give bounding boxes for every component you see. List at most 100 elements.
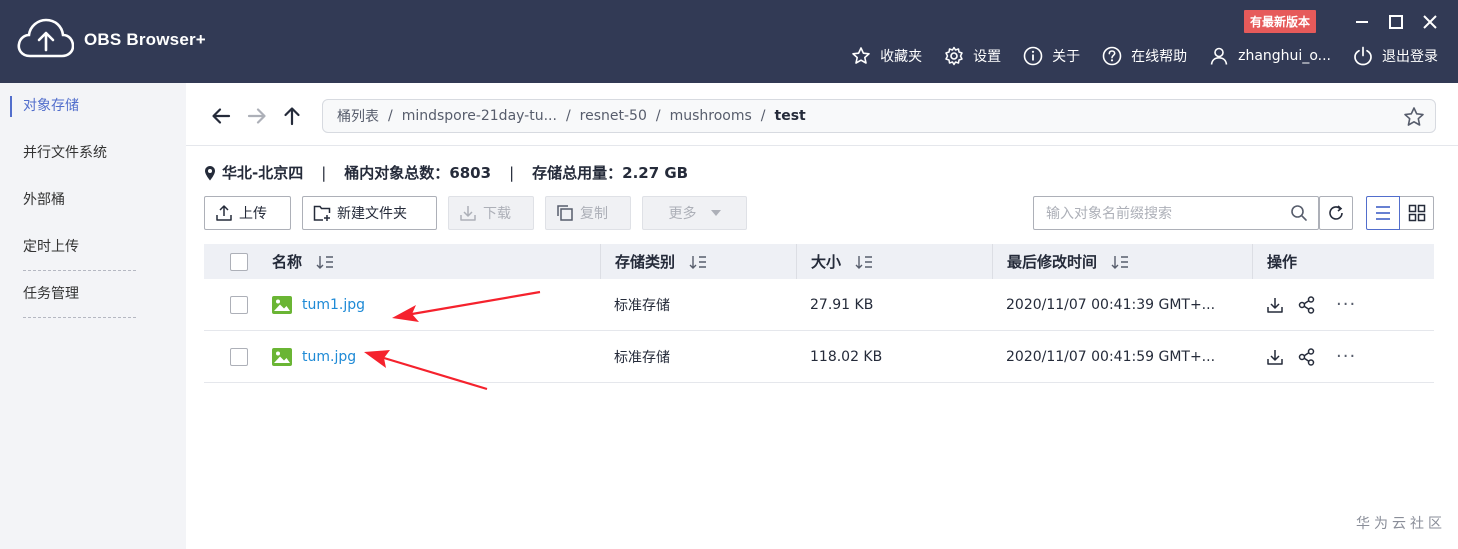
logout-button[interactable]: 退出登录 <box>1353 46 1438 66</box>
grid-view-icon <box>1408 204 1425 222</box>
favorites-label: 收藏夹 <box>880 49 923 65</box>
logout-label: 退出登录 <box>1382 49 1438 65</box>
settings-button[interactable]: 设置 <box>944 46 1001 66</box>
star-icon <box>852 47 870 64</box>
caret-down-icon <box>710 210 721 216</box>
image-file-icon <box>272 347 292 366</box>
minimize-icon[interactable] <box>1352 12 1372 32</box>
storage-class-cell: 标准存储 <box>614 349 670 366</box>
table-header: 名称 存储类别 大小 最后修改时间 操作 <box>204 244 1434 279</box>
column-name[interactable]: 名称 <box>272 251 600 272</box>
refresh-icon <box>1329 205 1343 220</box>
bucket-info: 华北-北京四 | 桶内对象总数： 6803 | 存储总用量： 2.27 GB <box>204 162 688 183</box>
modified-cell: 2020/11/07 00:41:39 GMT+... <box>1006 296 1216 313</box>
sidebar-item-parallel-fs[interactable]: 并行文件系统 <box>0 130 186 177</box>
app-header: OBS Browser+ 有最新版本 收藏夹 设置 关于 在线帮助 zhangh… <box>0 0 1458 83</box>
user-account-button[interactable]: zhanghui_o... <box>1209 46 1331 66</box>
size-cell: 27.91 KB <box>810 296 874 313</box>
toolbar: 上传 新建文件夹 下载 复制 更多 <box>204 196 747 230</box>
upload-button[interactable]: 上传 <box>204 196 291 230</box>
share-icon[interactable] <box>1298 295 1316 314</box>
cloud-upload-logo-icon <box>17 18 74 58</box>
sidebar-item-scheduled-upload[interactable]: 定时上传 <box>0 224 186 271</box>
object-count-label: 桶内对象总数： <box>344 164 450 182</box>
modified-cell: 2020/11/07 00:41:59 GMT+... <box>1006 348 1216 365</box>
list-view-button[interactable] <box>1366 196 1400 230</box>
power-icon <box>1354 46 1372 66</box>
new-version-badge[interactable]: 有最新版本 <box>1243 10 1316 33</box>
online-help-label: 在线帮助 <box>1131 49 1188 65</box>
sidebar-item-object-storage[interactable]: 对象存储 <box>0 83 186 130</box>
column-operations: 操作 <box>1252 244 1434 279</box>
more-dropdown-button[interactable]: 更多 <box>642 196 747 230</box>
sort-icon[interactable] <box>855 255 873 269</box>
share-icon[interactable] <box>1298 347 1316 366</box>
sort-icon[interactable] <box>316 255 334 269</box>
close-icon[interactable] <box>1420 12 1440 32</box>
about-button[interactable]: 关于 <box>1023 46 1080 66</box>
column-last-modified[interactable]: 最后修改时间 <box>992 244 1252 279</box>
row-checkbox[interactable] <box>230 347 248 366</box>
download-button[interactable]: 下载 <box>448 196 534 230</box>
object-table: 名称 存储类别 大小 最后修改时间 操作 tum1.jpg 标准存储 27.91… <box>204 244 1434 383</box>
breadcrumb-bucket[interactable]: mindspore-21day-tu... <box>402 108 557 124</box>
online-help-button[interactable]: 在线帮助 <box>1102 46 1187 66</box>
sort-icon[interactable] <box>1111 255 1129 269</box>
row-checkbox[interactable] <box>230 295 248 314</box>
sidebar-item-task-management[interactable]: 任务管理 <box>0 271 186 318</box>
sidebar-item-external-bucket[interactable]: 外部桶 <box>0 177 186 224</box>
search-input[interactable]: 输入对象名前缀搜索 <box>1033 196 1319 230</box>
storage-used-value: 2.27 GB <box>622 163 689 182</box>
upload-icon <box>216 205 232 221</box>
object-count-value: 6803 <box>449 163 492 182</box>
column-storage-class[interactable]: 存储类别 <box>600 244 796 279</box>
more-actions-icon[interactable]: ··· <box>1336 346 1356 367</box>
sort-icon[interactable] <box>689 255 707 269</box>
settings-label: 设置 <box>973 49 1002 65</box>
size-cell: 118.02 KB <box>810 348 883 365</box>
favorites-button[interactable]: 收藏夹 <box>851 46 922 66</box>
breadcrumb-folder-mushrooms[interactable]: mushrooms <box>670 108 752 124</box>
grid-view-button[interactable] <box>1400 196 1434 230</box>
forward-arrow-icon[interactable] <box>246 105 268 127</box>
watermark: 华为云社区 <box>1356 516 1446 532</box>
new-folder-button[interactable]: 新建文件夹 <box>302 196 437 230</box>
back-arrow-icon[interactable] <box>210 105 232 127</box>
header-nav: 收藏夹 设置 关于 在线帮助 zhanghui_o... 退出登录 <box>851 46 1438 66</box>
region-label: 华北-北京四 <box>222 164 304 182</box>
table-row[interactable]: tum1.jpg 标准存储 27.91 KB 2020/11/07 00:41:… <box>204 279 1434 331</box>
username-label: zhanghui_o... <box>1238 48 1331 64</box>
copy-button[interactable]: 复制 <box>545 196 631 230</box>
help-icon <box>1102 46 1122 66</box>
up-arrow-icon[interactable] <box>281 105 303 127</box>
maximize-icon[interactable] <box>1386 12 1406 32</box>
main-panel: 桶列表 / mindspore-21day-tu... / resnet-50 … <box>186 83 1458 549</box>
breadcrumb-bucket-list[interactable]: 桶列表 <box>337 106 379 126</box>
breadcrumb-current-folder: test <box>774 108 806 124</box>
favorite-star-icon[interactable] <box>1403 106 1425 128</box>
table-row[interactable]: tum.jpg 标准存储 118.02 KB 2020/11/07 00:41:… <box>204 331 1434 383</box>
column-size[interactable]: 大小 <box>796 244 992 279</box>
file-name-link[interactable]: tum.jpg <box>302 349 356 365</box>
gear-icon <box>945 46 963 66</box>
window-controls: 有最新版本 <box>1243 10 1440 33</box>
sidebar: 对象存储 并行文件系统 外部桶 定时上传 任务管理 <box>0 83 186 549</box>
select-all-checkbox[interactable] <box>230 252 248 271</box>
search-icon[interactable] <box>1290 204 1308 222</box>
refresh-button[interactable] <box>1319 196 1353 230</box>
file-name-link[interactable]: tum1.jpg <box>302 297 365 313</box>
image-file-icon <box>272 295 292 314</box>
download-icon[interactable] <box>1266 348 1284 366</box>
storage-used-label: 存储总用量： <box>532 164 623 182</box>
list-view-icon <box>1376 206 1390 220</box>
download-icon[interactable] <box>1266 296 1284 314</box>
breadcrumb: 桶列表 / mindspore-21day-tu... / resnet-50 … <box>322 99 1436 133</box>
location-pin-icon <box>205 165 215 180</box>
info-icon <box>1023 46 1043 66</box>
user-icon <box>1210 47 1228 65</box>
more-actions-icon[interactable]: ··· <box>1336 294 1356 315</box>
new-folder-icon <box>313 205 331 221</box>
app-title: OBS Browser+ <box>84 30 206 49</box>
storage-class-cell: 标准存储 <box>614 297 670 314</box>
breadcrumb-folder-resnet[interactable]: resnet-50 <box>580 108 647 124</box>
